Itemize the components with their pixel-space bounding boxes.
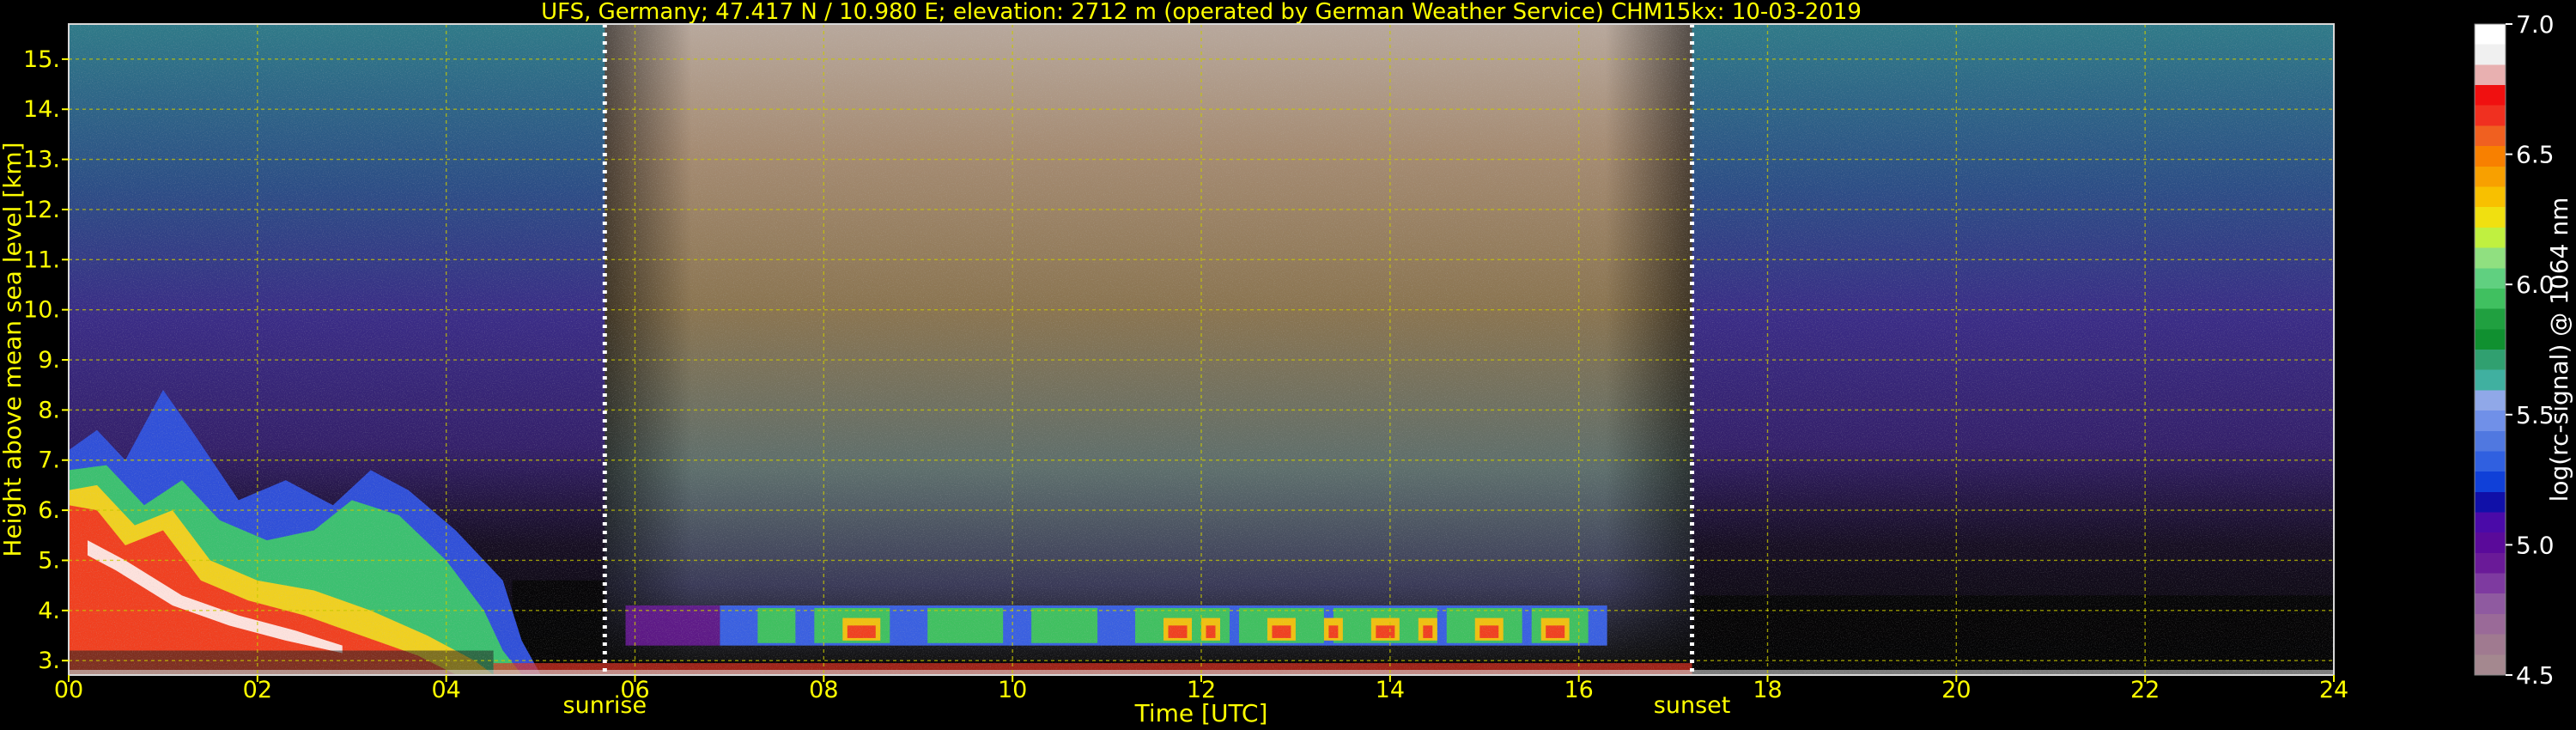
x-tick-label: 04 bbox=[431, 677, 460, 703]
y-tick-label: 11. bbox=[23, 246, 60, 273]
x-tick-label: 00 bbox=[54, 677, 83, 703]
x-tick-label: 14 bbox=[1376, 677, 1405, 703]
x-tick-label: 22 bbox=[2130, 677, 2160, 703]
x-tick-label: 10 bbox=[998, 677, 1027, 703]
x-tick-label: 16 bbox=[1564, 677, 1593, 703]
y-axis-label: Height above mean sea level [km] bbox=[0, 142, 27, 557]
colorbar-tick-label: 4.5 bbox=[2516, 661, 2555, 690]
y-tick-label: 15. bbox=[23, 46, 60, 73]
plot-area bbox=[68, 23, 2335, 676]
colorbar-label: log(rc-signal) @ 1064 nm bbox=[2545, 198, 2573, 502]
x-tick-label: 02 bbox=[243, 677, 272, 703]
y-tick-label: 9. bbox=[38, 347, 60, 374]
annotation-label: sunset bbox=[1654, 692, 1731, 719]
x-axis-label: Time [UTC] bbox=[1134, 699, 1268, 727]
y-tick-label: 10. bbox=[23, 297, 60, 324]
y-axis-ticks: 3. 4. 5. 6. 7. 8. 9. 10. 11. 12. 13. 14. 15. bbox=[23, 46, 69, 674]
x-tick-label: 20 bbox=[1941, 677, 1971, 703]
annotation-label: sunrise bbox=[563, 692, 647, 719]
chart-title: UFS, Germany; 47.417 N / 10.980 E; eleva… bbox=[541, 0, 1862, 25]
ceilometer-chart: UFS, Germany; 47.417 N / 10.980 E; eleva… bbox=[0, 0, 2573, 727]
y-tick-label: 13. bbox=[23, 147, 60, 173]
y-tick-label: 4. bbox=[38, 598, 60, 624]
y-tick-label: 14. bbox=[23, 96, 60, 123]
y-tick-label: 3. bbox=[38, 648, 60, 674]
x-tick-label: 24 bbox=[2319, 677, 2348, 703]
x-tick-label: 18 bbox=[1753, 677, 1782, 703]
colorbar: 4.55.05.56.06.57.0 log(rc-signal) @ 1064… bbox=[2474, 10, 2573, 690]
y-tick-label: 5. bbox=[38, 547, 60, 574]
colorbar-tick-label: 7.0 bbox=[2516, 10, 2555, 39]
colorbar-tick-label: 5.0 bbox=[2516, 531, 2555, 559]
y-tick-label: 8. bbox=[38, 397, 60, 423]
y-tick-label: 7. bbox=[38, 447, 60, 474]
colorbar-tick-label: 6.5 bbox=[2516, 141, 2555, 169]
x-tick-label: 08 bbox=[809, 677, 838, 703]
colorbar-gradient bbox=[2474, 23, 2506, 676]
y-tick-label: 12. bbox=[23, 197, 60, 223]
y-tick-label: 6. bbox=[38, 497, 60, 524]
